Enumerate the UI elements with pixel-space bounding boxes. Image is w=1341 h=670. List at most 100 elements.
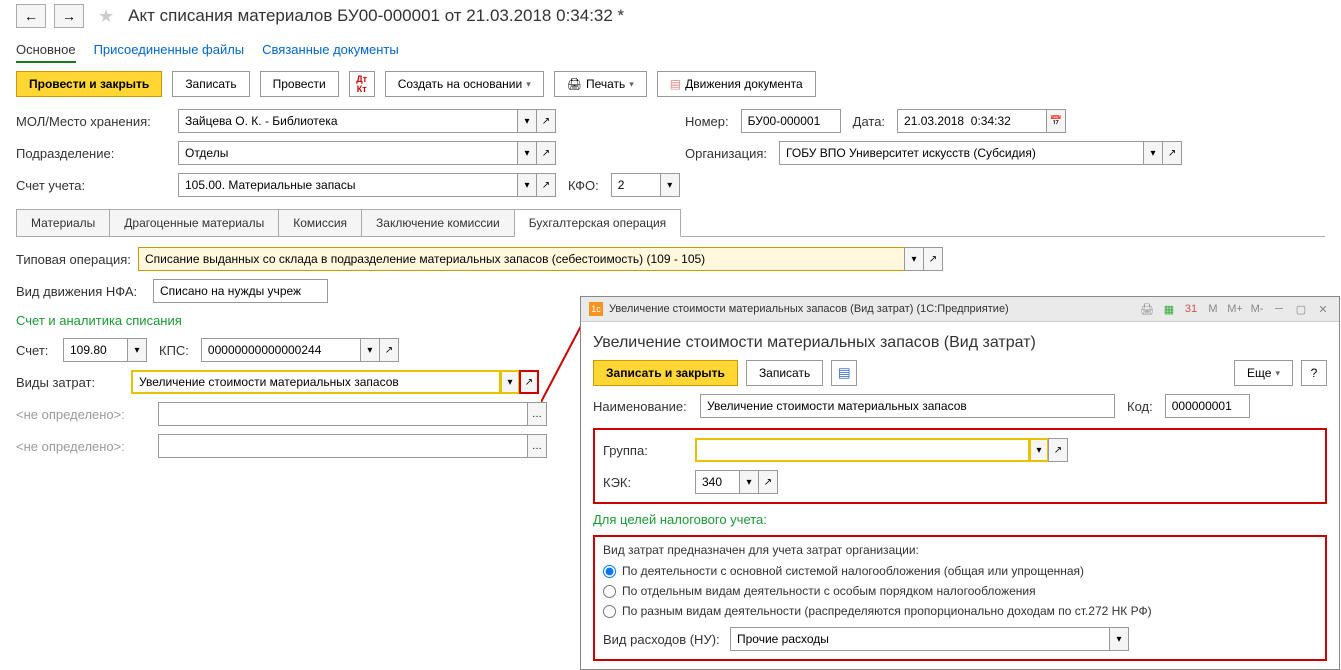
m-plus-icon[interactable]: M+	[1227, 301, 1243, 317]
kfo-label: КФО:	[568, 178, 599, 193]
print-button[interactable]: 🖨 Печать	[554, 71, 647, 97]
forward-button[interactable]: →	[54, 4, 84, 28]
radio-special-activity[interactable]: По отдельным видам деятельности с особым…	[603, 581, 1317, 601]
radio-mixed-activity[interactable]: По разным видам деятельности (распределя…	[603, 601, 1317, 621]
dept-dropdown-button[interactable]: ▾	[517, 141, 537, 165]
cal-icon[interactable]: 31	[1183, 301, 1199, 317]
dialog-code-input[interactable]	[1165, 394, 1250, 418]
dialog-kek-dropdown[interactable]: ▾	[739, 470, 759, 494]
dialog-group-dropdown[interactable]: ▾	[1029, 438, 1049, 462]
kps-dropdown-button[interactable]: ▾	[360, 338, 380, 362]
dept-label: Подразделение:	[16, 146, 166, 161]
date-input[interactable]	[897, 109, 1047, 133]
subtab-conclusion[interactable]: Заключение комиссии	[361, 209, 515, 237]
dialog-name-label: Наименование:	[593, 399, 688, 414]
acct-input[interactable]	[63, 338, 128, 362]
acct-label: Счет:	[16, 343, 51, 358]
undef-open-1[interactable]: …	[527, 402, 547, 426]
exp-type-label: Вид расходов (НУ):	[603, 632, 718, 647]
minimize-icon[interactable]: ─	[1271, 301, 1287, 317]
kfo-input[interactable]	[611, 173, 661, 197]
dialog-write-button[interactable]: Записать	[746, 360, 823, 386]
printer-icon: 🖨	[567, 77, 582, 91]
close-icon[interactable]: ✕	[1315, 301, 1331, 317]
acct-dropdown-button[interactable]: ▾	[127, 338, 147, 362]
dialog-group-open[interactable]: ↗	[1048, 438, 1068, 462]
back-button[interactable]: ←	[16, 4, 46, 28]
dialog-list-icon[interactable]: ▤	[831, 360, 857, 386]
dialog-kek-open[interactable]: ↗	[758, 470, 778, 494]
calendar-icon[interactable]: 📅	[1046, 109, 1066, 133]
exp-type-dropdown[interactable]: ▾	[1109, 627, 1129, 651]
kps-open-button[interactable]: ↗	[379, 338, 399, 362]
exp-type-input[interactable]	[730, 627, 1110, 651]
expense-type-dialog: 1c Увеличение стоимости материальных зап…	[580, 296, 1340, 670]
dt-kt-icon[interactable]: ДтКт	[349, 71, 375, 97]
subtab-accounting[interactable]: Бухгалтерская операция	[514, 209, 681, 237]
undef-open-2[interactable]: …	[527, 434, 547, 458]
org-dropdown-button[interactable]: ▾	[1143, 141, 1163, 165]
app-icon: 1c	[589, 302, 603, 316]
m-minus-icon[interactable]: M-	[1249, 301, 1265, 317]
print-icon[interactable]: 🖨	[1139, 301, 1155, 317]
post-button[interactable]: Провести	[260, 71, 339, 97]
undef-input-1[interactable]	[158, 402, 528, 426]
typical-op-input[interactable]	[138, 247, 905, 271]
radio-main-activity[interactable]: По деятельности с основной системой нало…	[603, 561, 1317, 581]
tax-section-title: Для целей налогового учета:	[593, 504, 1327, 529]
tab-attached-files[interactable]: Присоединенные файлы	[94, 38, 245, 63]
expense-open-button[interactable]: ↗	[519, 370, 539, 394]
expense-type-input[interactable]	[131, 370, 501, 394]
subtab-materials[interactable]: Материалы	[16, 209, 110, 237]
typical-op-dropdown-button[interactable]: ▾	[904, 247, 924, 271]
dialog-save-close-button[interactable]: Записать и закрыть	[593, 360, 738, 386]
account-open-button[interactable]: ↗	[536, 173, 556, 197]
kfo-dropdown-button[interactable]: ▾	[660, 173, 680, 197]
page-title: Акт списания материалов БУ00-000001 от 2…	[128, 6, 624, 26]
date-label: Дата:	[853, 114, 885, 129]
tax-desc: Вид затрат предназначен для учета затрат…	[603, 543, 1317, 561]
nfa-input[interactable]	[153, 279, 328, 303]
dialog-group-label: Группа:	[603, 443, 683, 458]
kps-input[interactable]	[201, 338, 361, 362]
m-icon[interactable]: M	[1205, 301, 1221, 317]
org-input[interactable]	[779, 141, 1144, 165]
mol-open-button[interactable]: ↗	[536, 109, 556, 133]
mol-dropdown-button[interactable]: ▾	[517, 109, 537, 133]
mol-input[interactable]	[178, 109, 518, 133]
dialog-more-button[interactable]: Еще	[1234, 360, 1293, 386]
write-button[interactable]: Записать	[172, 71, 249, 97]
dialog-help-button[interactable]: ?	[1301, 360, 1327, 386]
undef-input-2[interactable]	[158, 434, 528, 458]
subtab-commission[interactable]: Комиссия	[278, 209, 362, 237]
maximize-icon[interactable]: ▢	[1293, 301, 1309, 317]
document-movements-button[interactable]: ▤ Движения документа	[657, 71, 816, 97]
mol-label: МОЛ/Место хранения:	[16, 114, 166, 129]
subtab-precious[interactable]: Драгоценные материалы	[109, 209, 279, 237]
dialog-window-title: Увеличение стоимости материальных запасо…	[609, 303, 1009, 315]
dialog-name-input[interactable]	[700, 394, 1115, 418]
typical-op-open-button[interactable]: ↗	[923, 247, 943, 271]
dialog-kek-input[interactable]	[695, 470, 740, 494]
kps-label: КПС:	[159, 343, 189, 358]
dialog-group-input[interactable]	[695, 438, 1030, 462]
create-based-on-button[interactable]: Создать на основании	[385, 71, 544, 97]
nfa-label: Вид движения НФА:	[16, 284, 141, 299]
number-label: Номер:	[685, 114, 729, 129]
dept-input[interactable]	[178, 141, 518, 165]
undef-label-1: <не определено>:	[16, 407, 146, 422]
account-dropdown-button[interactable]: ▾	[517, 173, 537, 197]
number-input[interactable]	[741, 109, 841, 133]
list-icon: ▤	[670, 77, 681, 91]
org-open-button[interactable]: ↗	[1162, 141, 1182, 165]
grid-icon[interactable]: ▦	[1161, 301, 1177, 317]
dept-open-button[interactable]: ↗	[536, 141, 556, 165]
favorite-star-icon[interactable]: ★	[98, 6, 114, 27]
account-input[interactable]	[178, 173, 518, 197]
expense-dropdown-button[interactable]: ▾	[500, 370, 520, 394]
dialog-code-label: Код:	[1127, 399, 1153, 414]
typical-op-label: Типовая операция:	[16, 252, 126, 267]
post-and-close-button[interactable]: Провести и закрыть	[16, 71, 162, 97]
tab-main[interactable]: Основное	[16, 38, 76, 63]
tab-linked-docs[interactable]: Связанные документы	[262, 38, 399, 63]
